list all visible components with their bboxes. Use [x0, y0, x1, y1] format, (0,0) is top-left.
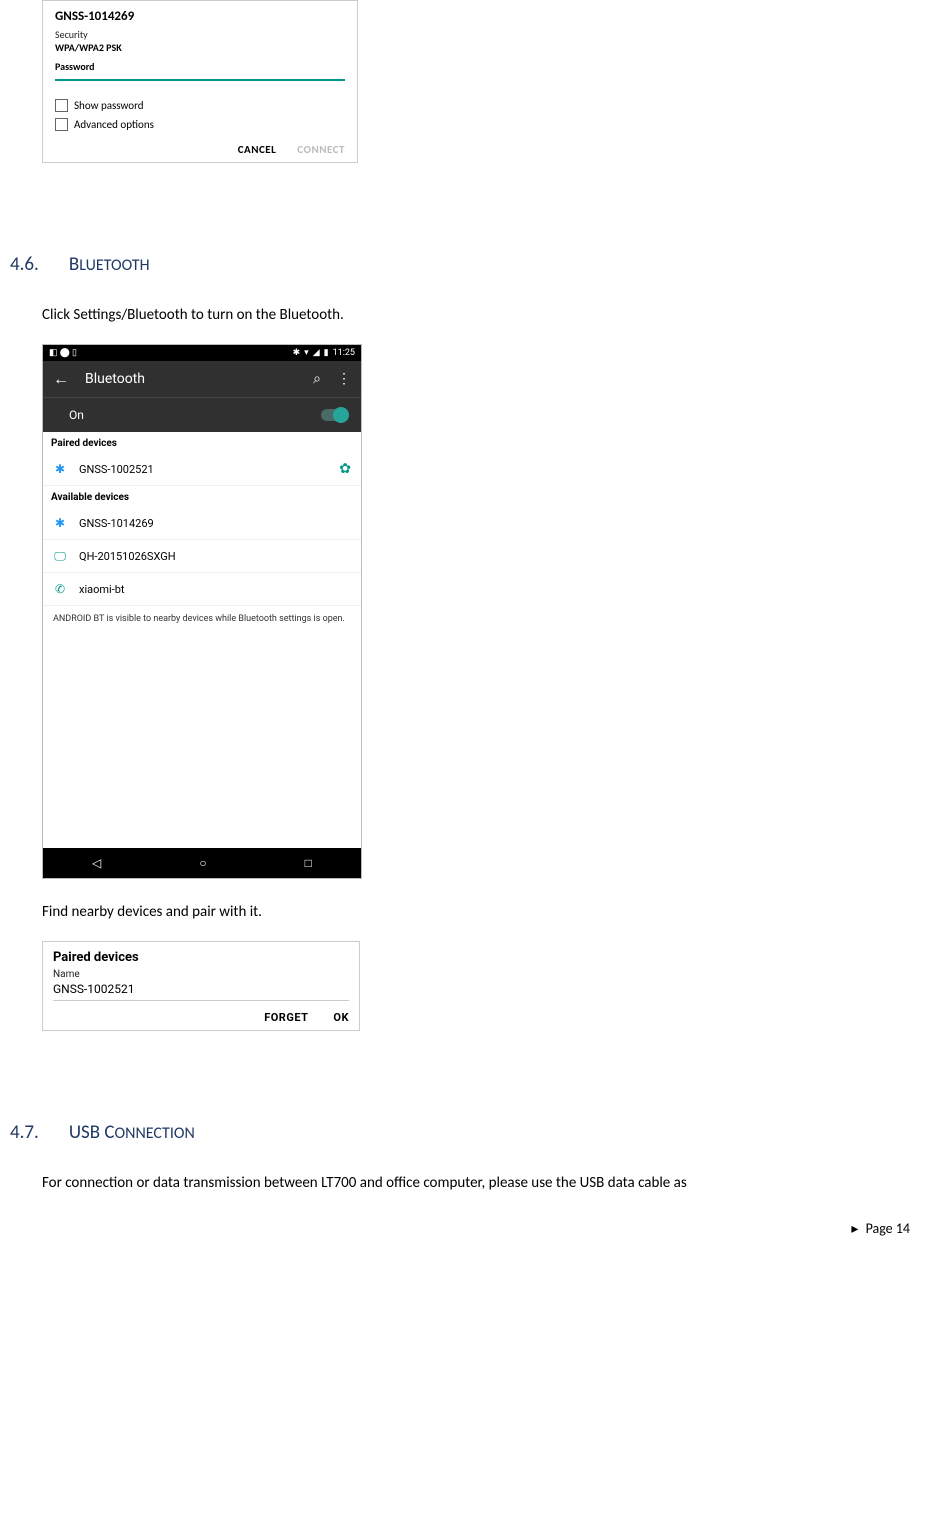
device-name: QH-20151026SXGH: [79, 550, 351, 563]
connect-button[interactable]: CONNECT: [297, 143, 345, 156]
advanced-options-row[interactable]: Advanced options: [55, 118, 345, 131]
section-number: 4.6.: [10, 253, 39, 276]
android-nav-bar: ◁ ○ □: [43, 848, 361, 878]
toggle-switch[interactable]: [321, 409, 347, 421]
visibility-note: ANDROID BT is visible to nearby devices …: [43, 606, 361, 628]
available-device-row[interactable]: ✆ xiaomi-bt: [43, 573, 361, 606]
ok-button[interactable]: OK: [333, 1011, 349, 1024]
show-password-label: Show password: [74, 99, 144, 112]
checkbox-icon: [55, 99, 68, 112]
phone-icon: ✆: [53, 582, 67, 596]
security-label: Security: [55, 28, 345, 41]
bluetooth-settings-screenshot: ◧ ⬤ ▯ ✱ ▾ ◢ ▮ 11:25 ← Bluetooth ⌕ ⋮ On P…: [42, 344, 362, 879]
nav-recent-icon[interactable]: □: [305, 856, 312, 870]
bluetooth-app-bar: ← Bluetooth ⌕ ⋮: [43, 361, 361, 397]
nav-home-icon[interactable]: ○: [199, 856, 206, 870]
section-title: USB CONNECTION: [69, 1121, 195, 1144]
usb-body-text: For connection or data transmission betw…: [42, 1174, 910, 1192]
available-device-row[interactable]: ✱ GNSS-1014269: [43, 507, 361, 540]
page-number: Page 14: [866, 1220, 910, 1237]
device-name: GNSS-1002521: [79, 463, 327, 476]
section-number: 4.7.: [10, 1121, 39, 1144]
forget-button[interactable]: FORGET: [264, 1011, 308, 1024]
bluetooth-intro-text: Click Settings/Bluetooth to turn on the …: [42, 306, 910, 324]
security-value: WPA/WPA2 PSK: [55, 41, 345, 54]
paired-device-dialog: Paired devices Name GNSS-1002521 FORGET …: [42, 941, 360, 1031]
device-name: GNSS-1014269: [79, 517, 351, 530]
more-icon[interactable]: ⋮: [337, 371, 351, 387]
laptop-icon: 🖵: [53, 549, 67, 564]
back-icon[interactable]: ←: [53, 369, 69, 389]
name-label: Name: [53, 969, 349, 980]
battery-icon: ▮: [324, 348, 329, 358]
page-footer: ▸ Page 14: [10, 1220, 910, 1237]
app-bar-title: Bluetooth: [85, 371, 297, 387]
nav-back-icon[interactable]: ◁: [92, 856, 101, 870]
show-password-row[interactable]: Show password: [55, 99, 345, 112]
advanced-options-label: Advanced options: [74, 118, 154, 131]
section-4-6-heading: 4.6. BLUETOOTH: [10, 253, 910, 276]
password-label: Password: [55, 60, 345, 73]
wifi-ssid: GNSS-1014269: [55, 9, 345, 24]
android-status-bar: ◧ ⬤ ▯ ✱ ▾ ◢ ▮ 11:25: [43, 345, 361, 361]
bluetooth-outro-text: Find nearby devices and pair with it.: [42, 903, 910, 921]
checkbox-icon: [55, 118, 68, 131]
search-icon[interactable]: ⌕: [313, 371, 321, 387]
paired-device-row[interactable]: ✱ GNSS-1002521 ✿: [43, 453, 361, 486]
password-input[interactable]: [55, 79, 345, 81]
wifi-connect-dialog: GNSS-1014269 Security WPA/WPA2 PSK Passw…: [42, 0, 358, 163]
on-label: On: [69, 408, 84, 422]
bluetooth-icon: ✱: [53, 462, 67, 476]
status-time: 11:25: [333, 348, 355, 358]
footer-arrow-icon: ▸: [851, 1220, 858, 1237]
gear-icon[interactable]: ✿: [339, 461, 351, 477]
device-name-input[interactable]: GNSS-1002521: [53, 980, 349, 1001]
section-title: BLUETOOTH: [69, 253, 150, 276]
bluetooth-icon: ✱: [293, 348, 301, 358]
wifi-icon: ▾: [304, 348, 309, 358]
available-device-row[interactable]: 🖵 QH-20151026SXGH: [43, 540, 361, 573]
cancel-button[interactable]: CANCEL: [238, 143, 277, 156]
bluetooth-icon: ✱: [53, 516, 67, 530]
paired-devices-label: Paired devices: [43, 432, 361, 453]
available-devices-label: Available devices: [43, 486, 361, 507]
signal-icon: ◢: [313, 348, 320, 358]
section-4-7-heading: 4.7. USB CONNECTION: [10, 1121, 910, 1144]
bluetooth-toggle-row[interactable]: On: [43, 397, 361, 432]
device-name: xiaomi-bt: [79, 583, 351, 596]
dialog-title: Paired devices: [53, 950, 349, 965]
